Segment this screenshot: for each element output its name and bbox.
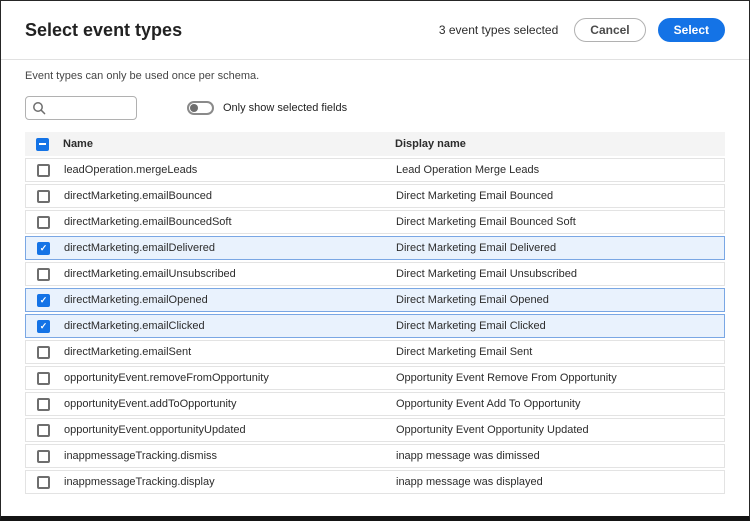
row-checkbox-cell	[26, 372, 64, 385]
search-icon	[32, 101, 46, 115]
row-checkbox[interactable]	[37, 424, 50, 437]
select-all-checkbox[interactable]	[36, 138, 49, 151]
row-checkbox-cell	[26, 320, 64, 333]
table-row[interactable]: opportunityEvent.addToOpportunityOpportu…	[25, 392, 725, 416]
table-row[interactable]: directMarketing.emailBouncedSoftDirect M…	[25, 210, 725, 234]
row-name: inappmessageTracking.dismiss	[64, 450, 392, 462]
row-checkbox-cell	[26, 268, 64, 281]
row-name: directMarketing.emailBounced	[64, 190, 392, 202]
row-checkbox[interactable]	[37, 346, 50, 359]
select-event-types-dialog: Select event types 3 event types selecte…	[0, 0, 750, 521]
row-display-name: Direct Marketing Email Unsubscribed	[392, 268, 724, 280]
row-name: directMarketing.emailDelivered	[64, 242, 392, 254]
row-display-name: Direct Marketing Email Bounced	[392, 190, 724, 202]
row-name: directMarketing.emailUnsubscribed	[64, 268, 392, 280]
row-display-name: Lead Operation Merge Leads	[392, 164, 724, 176]
row-display-name: Opportunity Event Add To Opportunity	[392, 398, 724, 410]
row-display-name: Direct Marketing Email Sent	[392, 346, 724, 358]
row-name: inappmessageTracking.display	[64, 476, 392, 488]
row-display-name: Direct Marketing Email Delivered	[392, 242, 724, 254]
row-name: directMarketing.emailBouncedSoft	[64, 216, 392, 228]
row-checkbox-cell	[26, 424, 64, 437]
table-body: leadOperation.mergeLeadsLead Operation M…	[25, 158, 725, 494]
description-text: Event types can only be used once per sc…	[1, 60, 749, 82]
table-row[interactable]: directMarketing.emailUnsubscribedDirect …	[25, 262, 725, 286]
row-name: directMarketing.emailClicked	[64, 320, 392, 332]
row-name: leadOperation.mergeLeads	[64, 164, 392, 176]
row-name: opportunityEvent.opportunityUpdated	[64, 424, 392, 436]
row-checkbox[interactable]	[37, 450, 50, 463]
column-header-display-name: Display name	[391, 138, 725, 150]
toolbar: Only show selected fields	[1, 82, 749, 120]
table-row[interactable]: directMarketing.emailBouncedDirect Marke…	[25, 184, 725, 208]
row-checkbox-cell	[26, 190, 64, 203]
row-name: opportunityEvent.addToOpportunity	[64, 398, 392, 410]
row-checkbox[interactable]	[37, 216, 50, 229]
selection-summary: 3 event types selected	[439, 23, 558, 37]
row-checkbox-cell	[26, 164, 64, 177]
select-button[interactable]: Select	[658, 18, 725, 42]
event-types-table: Name Display name leadOperation.mergeLea…	[25, 132, 725, 494]
only-show-selected-toggle[interactable]	[187, 101, 214, 115]
row-checkbox[interactable]	[37, 476, 50, 489]
row-display-name: Opportunity Event Remove From Opportunit…	[392, 372, 724, 384]
cancel-button[interactable]: Cancel	[574, 18, 645, 42]
table-row[interactable]: inappmessageTracking.displayinapp messag…	[25, 470, 725, 494]
table-row[interactable]: directMarketing.emailClickedDirect Marke…	[25, 314, 725, 338]
row-checkbox[interactable]	[37, 372, 50, 385]
row-name: opportunityEvent.removeFromOpportunity	[64, 372, 392, 384]
row-name: directMarketing.emailOpened	[64, 294, 392, 306]
table-row[interactable]: inappmessageTracking.dismissinapp messag…	[25, 444, 725, 468]
row-checkbox[interactable]	[37, 242, 50, 255]
table-header-row: Name Display name	[25, 132, 725, 156]
table-row[interactable]: directMarketing.emailSentDirect Marketin…	[25, 340, 725, 364]
row-checkbox-cell	[26, 450, 64, 463]
row-checkbox[interactable]	[37, 268, 50, 281]
row-checkbox[interactable]	[37, 294, 50, 307]
header-actions: 3 event types selected Cancel Select	[439, 18, 725, 42]
row-display-name: inapp message was displayed	[392, 476, 724, 488]
table-row[interactable]: directMarketing.emailOpenedDirect Market…	[25, 288, 725, 312]
row-name: directMarketing.emailSent	[64, 346, 392, 358]
row-checkbox-cell	[26, 294, 64, 307]
table-row[interactable]: directMarketing.emailDeliveredDirect Mar…	[25, 236, 725, 260]
toggle-label: Only show selected fields	[223, 102, 347, 114]
row-checkbox-cell	[26, 398, 64, 411]
row-checkbox[interactable]	[37, 398, 50, 411]
row-display-name: Direct Marketing Email Clicked	[392, 320, 724, 332]
table-row[interactable]: opportunityEvent.removeFromOpportunityOp…	[25, 366, 725, 390]
row-display-name: Opportunity Event Opportunity Updated	[392, 424, 724, 436]
column-header-name: Name	[63, 138, 391, 150]
row-checkbox-cell	[26, 476, 64, 489]
header-checkbox-cell	[25, 138, 63, 151]
row-checkbox-cell	[26, 216, 64, 229]
table-row[interactable]: leadOperation.mergeLeadsLead Operation M…	[25, 158, 725, 182]
row-display-name: Direct Marketing Email Opened	[392, 294, 724, 306]
search-box	[25, 96, 137, 120]
only-show-selected-toggle-group[interactable]: Only show selected fields	[187, 101, 347, 115]
row-checkbox[interactable]	[37, 190, 50, 203]
dialog-header: Select event types 3 event types selecte…	[1, 1, 749, 59]
row-checkbox[interactable]	[37, 164, 50, 177]
row-display-name: inapp message was dimissed	[392, 450, 724, 462]
page-title: Select event types	[25, 20, 182, 41]
table-row[interactable]: opportunityEvent.opportunityUpdatedOppor…	[25, 418, 725, 442]
row-checkbox[interactable]	[37, 320, 50, 333]
toggle-knob	[190, 104, 198, 112]
row-checkbox-cell	[26, 242, 64, 255]
row-checkbox-cell	[26, 346, 64, 359]
row-display-name: Direct Marketing Email Bounced Soft	[392, 216, 724, 228]
